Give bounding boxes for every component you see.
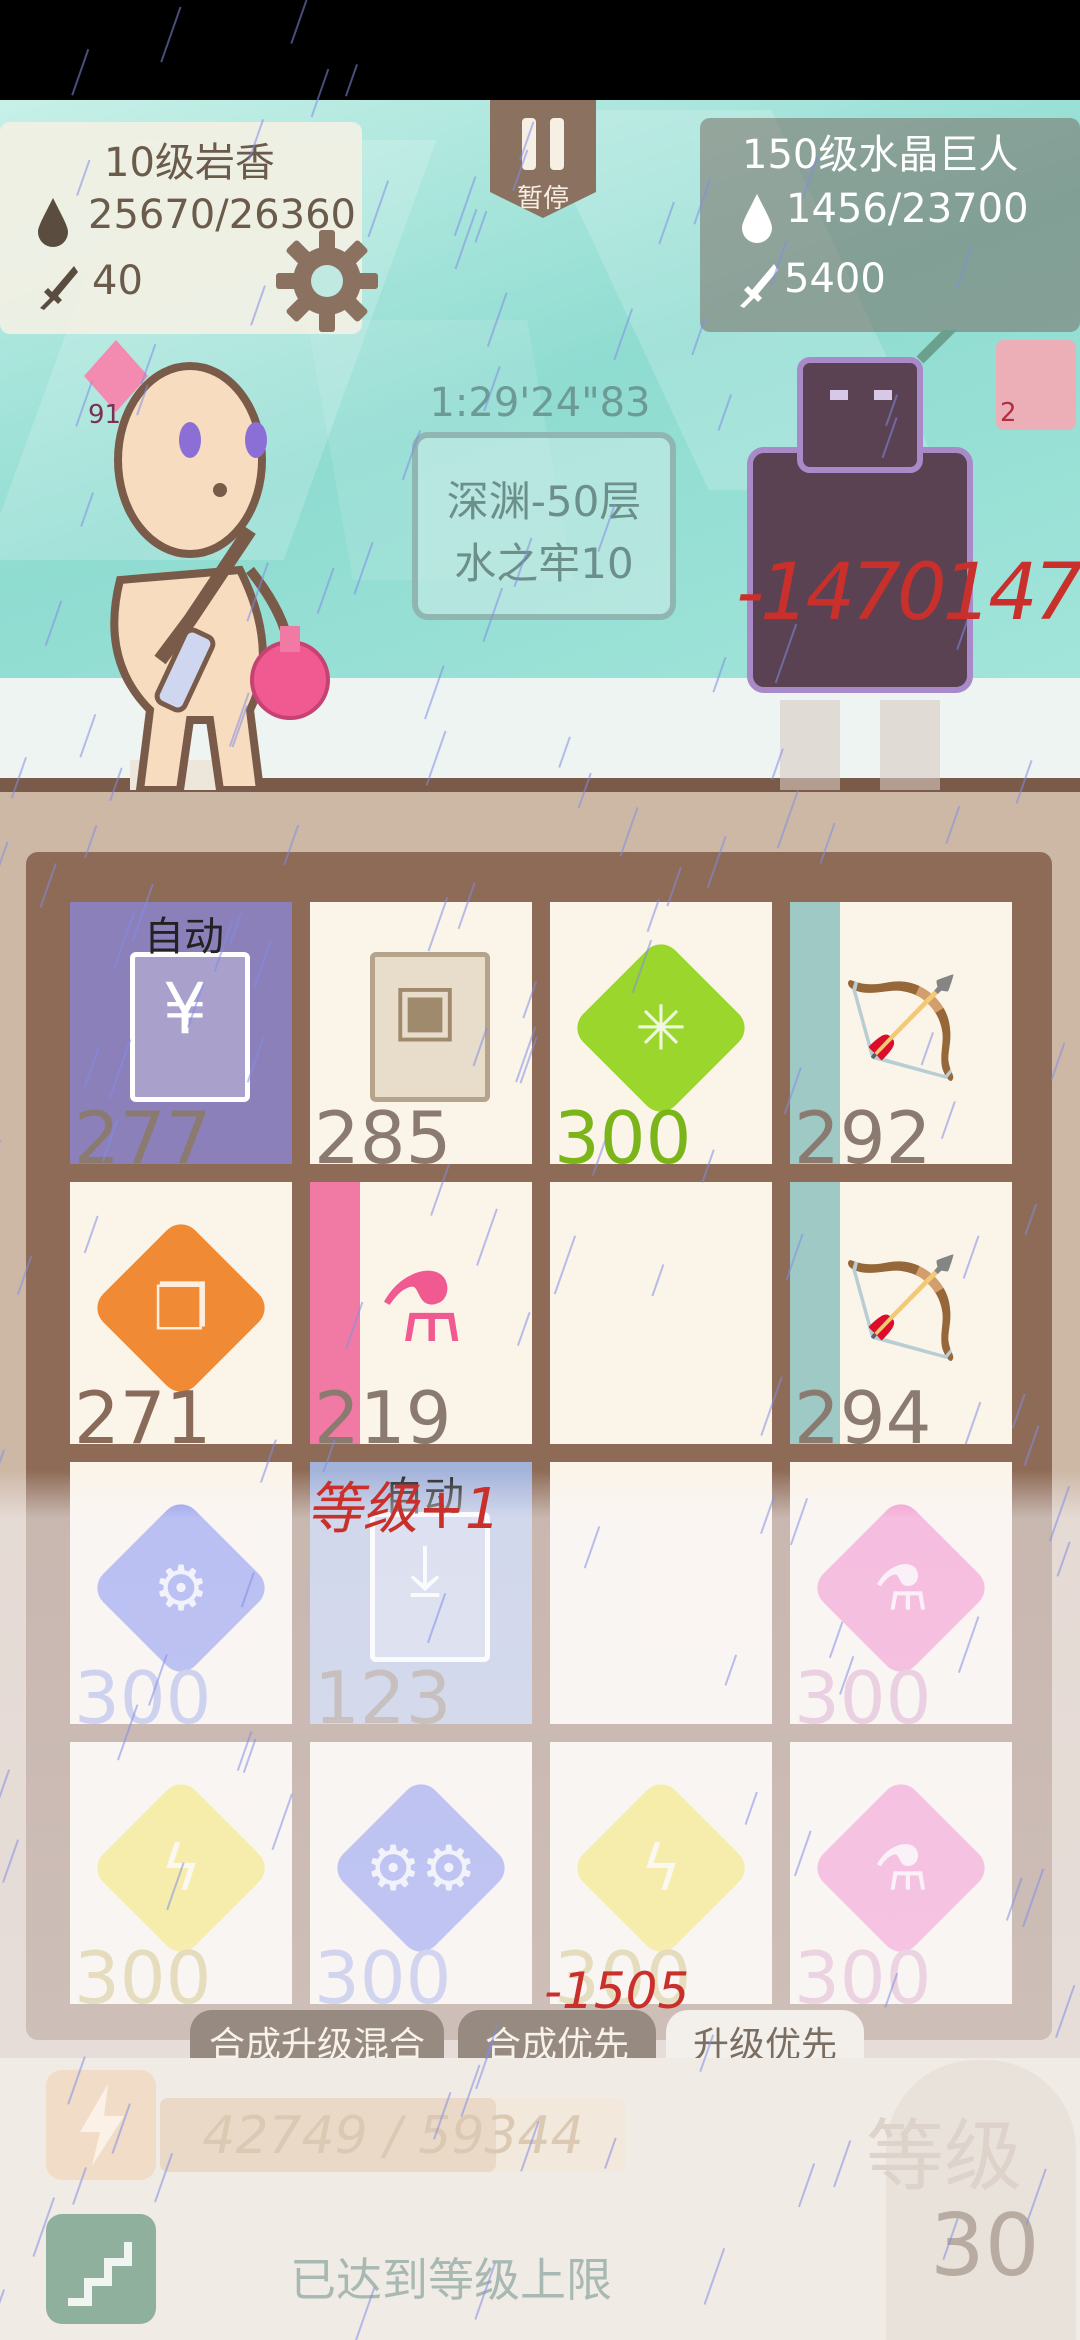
grid-cell[interactable]: ⚗ 300 <box>790 1742 1012 2004</box>
gem-symbol: ϟ <box>160 1831 202 1905</box>
enemy-debuff-count: 2 <box>1000 398 1017 428</box>
cell-count: 271 <box>74 1376 212 1444</box>
player-character <box>60 330 350 794</box>
scroll-symbol: ¥ <box>162 968 208 1050</box>
gem-symbol: ϟ <box>640 1831 682 1905</box>
potion-icon: ⚗ <box>377 1251 465 1364</box>
gem-symbol: ✳ <box>635 991 687 1065</box>
enemy-hp: 1456/23700 <box>786 186 1029 232</box>
player-name: 10级岩香 <box>104 140 275 186</box>
cell-count: 294 <box>794 1376 932 1444</box>
cell-count: 300 <box>794 1656 932 1724</box>
player-attack: 40 <box>92 258 143 304</box>
pause-icon-bar <box>550 118 564 170</box>
stairs-icon[interactable] <box>46 2214 156 2324</box>
enemy-name: 150级水晶巨人 <box>742 132 1019 178</box>
grid-cell[interactable]: ⚗ 300 <box>790 1462 1012 1724</box>
cell-count: 277 <box>74 1096 212 1164</box>
blood-drop-icon <box>740 192 774 248</box>
sword-icon <box>734 260 780 314</box>
cell-count: 219 <box>314 1376 452 1444</box>
level-value: 30 <box>930 2196 1040 2296</box>
cell-count: 300 <box>794 1936 932 2004</box>
grid-cell[interactable]: ¥ 自动 277 <box>70 902 292 1164</box>
gem-symbol: ⚙ <box>153 1551 209 1625</box>
battle-timer: 1:29'24"83 <box>429 380 651 426</box>
grid-cell[interactable]: ϟ 300 <box>70 1742 292 2004</box>
grid-cell[interactable]: ⚙ 300 <box>70 1462 292 1724</box>
grid-cell[interactable]: ✳ 300 <box>550 902 772 1164</box>
grid-cell[interactable]: ❐ 271 <box>70 1182 292 1444</box>
enemy-attack: 5400 <box>784 256 886 302</box>
floating-damage-1: -1470 <box>736 548 947 638</box>
grid-cell[interactable]: 🏹 292 <box>790 902 1012 1164</box>
quiver-icon: 🏹 <box>841 1251 961 1364</box>
grid-cell[interactable] <box>550 1462 772 1724</box>
gem-symbol: ⚗ <box>873 1831 929 1905</box>
cell-count: 300 <box>74 1936 212 2004</box>
grid-cell[interactable]: 🏹 294 <box>790 1182 1012 1444</box>
gear-icon[interactable] <box>272 226 382 340</box>
cell-count: 285 <box>314 1096 452 1164</box>
cell-count: 300 <box>74 1656 212 1724</box>
grid-cell[interactable]: ⚗ 219 <box>310 1182 532 1444</box>
grid-cell[interactable] <box>550 1182 772 1444</box>
gem-symbol: ❐ <box>153 1271 209 1345</box>
cell-count: 123 <box>314 1656 452 1724</box>
enemy-stats-panel: 150级水晶巨人 1456/23700 5400 <box>700 118 1080 332</box>
blood-drop-icon <box>36 196 70 252</box>
floating-damage-text: -14701470 <box>736 548 1080 638</box>
auto-label: 自动 <box>144 914 224 960</box>
grid-cell[interactable]: ⚙⚙ 300 <box>310 1742 532 2004</box>
floor-name: 深渊-50层 <box>446 477 642 526</box>
scroll-symbol: ▣ <box>391 968 459 1050</box>
cell-count: 300 <box>314 1936 452 2004</box>
gem-symbol: ⚗ <box>873 1551 929 1625</box>
cell-count: 300 <box>554 1096 692 1164</box>
floor-sub: 水之牢10 <box>454 539 634 588</box>
status-bar <box>0 0 1080 100</box>
sword-icon <box>34 262 80 316</box>
xp-progress-text: 42749 / 59344 <box>202 2106 584 2166</box>
grid-cell[interactable]: ▣ 285 <box>310 902 532 1164</box>
lightning-icon[interactable] <box>46 2070 156 2180</box>
pause-icon <box>522 118 536 170</box>
quiver-icon: 🏹 <box>841 971 961 1084</box>
cell-count: 292 <box>794 1096 932 1164</box>
level-label: 等级 <box>866 2112 1023 2202</box>
gem-symbol: ⚙⚙ <box>365 1831 477 1905</box>
level-up-float-text: 等级+1 <box>306 1477 501 1542</box>
floor-indicator: 深渊-50层 水之牢10 <box>412 432 676 620</box>
max-level-text: 已达到等级上限 <box>290 2253 612 2307</box>
floating-damage-2: 1470 <box>942 548 1080 638</box>
